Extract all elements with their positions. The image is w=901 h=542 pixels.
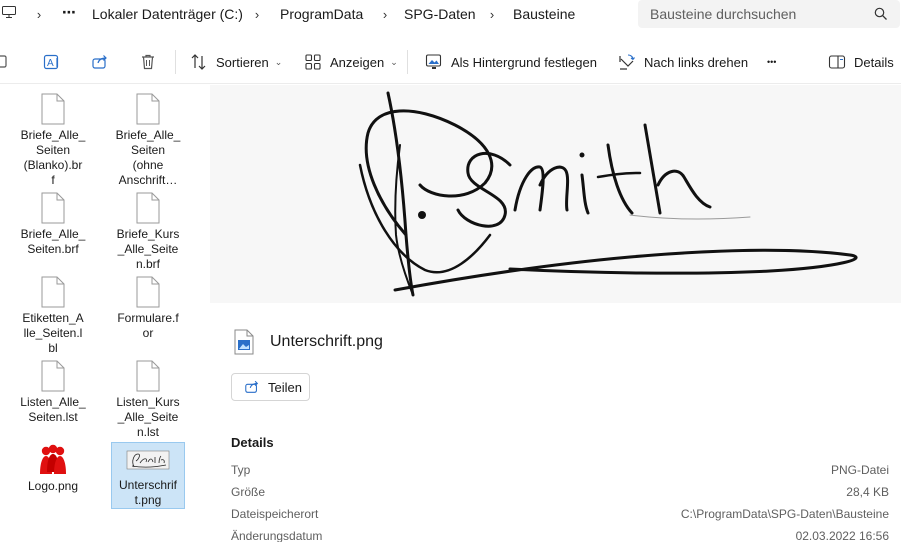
share-button-label: Teilen xyxy=(268,379,302,395)
details-pane-icon xyxy=(828,55,846,69)
set-as-background-button[interactable]: Als Hintergrund festlegen xyxy=(425,40,597,84)
file-name: Unterschrif t.png xyxy=(118,478,177,507)
search-input[interactable]: Bausteine durchsuchen xyxy=(650,6,796,22)
detail-row-location: Dateispeicherort C:\ProgramData\SPG-Date… xyxy=(231,507,889,529)
logo-image-icon xyxy=(40,444,66,474)
detail-value: C:\ProgramData\SPG-Daten\Bausteine xyxy=(680,507,889,521)
document-icon xyxy=(41,360,65,392)
more-options-button[interactable]: ••• xyxy=(767,40,776,84)
file-name: Formulare.f or xyxy=(117,311,179,340)
rotate-left-label: Nach links drehen xyxy=(644,54,749,70)
toolbar-divider xyxy=(175,50,176,74)
file-item[interactable]: Listen_Kurs _Alle_Seite n.lst xyxy=(111,360,185,440)
toolbar-divider xyxy=(407,50,408,74)
breadcrumb-overflow-button[interactable]: ⋯ xyxy=(62,4,77,21)
chevron-right-icon[interactable]: › xyxy=(380,8,390,22)
selected-file-name: Unterschrift.png xyxy=(270,333,383,350)
details-pane-label: Details xyxy=(854,54,894,70)
chevron-down-icon: ⌄ xyxy=(390,56,398,67)
chevron-right-icon[interactable]: › xyxy=(487,8,497,22)
rotate-left-button[interactable]: Nach links drehen xyxy=(618,40,748,84)
rotate-left-icon xyxy=(619,54,635,70)
copy-button[interactable] xyxy=(0,40,12,84)
search-box[interactable]: Bausteine durchsuchen xyxy=(638,0,900,28)
detail-row-size: Größe 28,4 KB xyxy=(231,485,889,507)
file-name: Listen_Kurs _Alle_Seite n.lst xyxy=(116,395,180,439)
file-item[interactable]: Briefe_Alle_ Seiten (Blanko).br f xyxy=(16,93,90,188)
detail-key: Dateispeicherort xyxy=(231,507,319,521)
preview-pane: Unterschrift.png Teilen Details Typ PNG-… xyxy=(210,85,901,542)
breadcrumb-item-bausteine[interactable]: Bausteine xyxy=(513,6,575,22)
sort-icon xyxy=(191,54,206,70)
detail-row-modified: Änderungsdatum 02.03.2022 16:56 xyxy=(231,529,889,542)
set-as-background-label: Als Hintergrund festlegen xyxy=(451,54,597,70)
detail-key: Typ xyxy=(231,463,251,477)
sort-button[interactable]: Sortieren ⌄ xyxy=(190,40,282,84)
trash-icon xyxy=(142,54,154,70)
breadcrumb-item-spg-daten[interactable]: SPG-Daten xyxy=(404,6,476,22)
view-button[interactable]: Anzeigen ⌄ xyxy=(304,40,398,84)
svg-text:A: A xyxy=(47,58,54,69)
file-name: Listen_Alle_ Seiten.lst xyxy=(20,395,86,424)
document-icon xyxy=(136,192,160,224)
file-item[interactable]: Briefe_Alle_ Seiten.brf xyxy=(16,192,90,257)
chevron-down-icon: ⌄ xyxy=(274,56,283,67)
detail-key: Größe xyxy=(231,485,266,499)
view-grid-icon xyxy=(305,54,321,70)
document-icon xyxy=(136,93,160,125)
share-icon xyxy=(245,380,259,393)
file-name: Briefe_Alle_ Seiten (Blanko).br f xyxy=(20,128,86,187)
detail-value: 28,4 KB xyxy=(846,485,889,499)
signature-thumbnail-icon xyxy=(126,450,170,470)
sort-label: Sortieren xyxy=(216,54,269,70)
file-item-selected[interactable]: Unterschrif t.png xyxy=(111,442,185,509)
file-item[interactable]: Logo.png xyxy=(16,444,90,494)
file-name: Briefe_Kurs _Alle_Seite n.brf xyxy=(116,227,180,271)
file-item[interactable]: Etiketten_A lle_Seiten.l bl xyxy=(16,276,90,356)
delete-button[interactable] xyxy=(139,40,157,84)
file-name: Briefe_Alle_ Seiten (ohne Anschrift… xyxy=(115,128,181,187)
chevron-right-icon[interactable]: › xyxy=(34,8,44,22)
command-bar: A Sortieren ⌄ Anzeigen ⌄ Als Hintergrund… xyxy=(0,40,901,84)
detail-key: Änderungsdatum xyxy=(231,529,323,542)
detail-row-type: Typ PNG-Datei xyxy=(231,463,889,485)
file-item[interactable]: Briefe_Alle_ Seiten (ohne Anschrift… xyxy=(111,93,185,188)
file-item[interactable]: Formulare.f or xyxy=(111,276,185,341)
file-list: Briefe_Alle_ Seiten (Blanko).br f Briefe… xyxy=(0,85,208,542)
image-preview xyxy=(210,85,901,303)
breadcrumb-item-drive[interactable]: Lokaler Datenträger (C:) xyxy=(92,6,243,22)
search-icon[interactable] xyxy=(874,7,888,21)
document-icon xyxy=(41,276,65,308)
signature-preview-image xyxy=(358,91,858,297)
share-icon xyxy=(92,55,107,69)
address-bar: › ⋯ Lokaler Datenträger (C:) › ProgramDa… xyxy=(0,0,901,30)
rename-button[interactable]: A xyxy=(43,40,61,84)
document-icon xyxy=(41,93,65,125)
file-name: Briefe_Alle_ Seiten.brf xyxy=(20,227,86,256)
file-name: Etiketten_A lle_Seiten.l bl xyxy=(22,311,84,355)
png-file-icon xyxy=(234,329,254,355)
file-name: Logo.png xyxy=(27,479,79,493)
view-label: Anzeigen xyxy=(330,54,385,70)
selected-file-header: Unterschrift.png xyxy=(234,329,383,355)
details-heading: Details xyxy=(231,435,274,450)
file-item[interactable]: Listen_Alle_ Seiten.lst xyxy=(16,360,90,425)
breadcrumb-item-programdata[interactable]: ProgramData xyxy=(280,6,363,22)
more-options-label: ••• xyxy=(767,57,777,67)
rename-icon: A xyxy=(43,54,59,70)
desktop-background-icon xyxy=(425,54,442,69)
document-icon xyxy=(136,360,160,392)
copy-icon xyxy=(0,55,7,68)
chevron-right-icon[interactable]: › xyxy=(252,8,262,22)
document-icon xyxy=(136,276,160,308)
details-pane-button[interactable]: Details xyxy=(828,40,894,84)
share-toolbar-button[interactable] xyxy=(91,40,109,84)
detail-value: 02.03.2022 16:56 xyxy=(795,529,889,542)
share-button[interactable]: Teilen xyxy=(231,373,310,401)
detail-value: PNG-Datei xyxy=(830,463,889,477)
file-item[interactable]: Briefe_Kurs _Alle_Seite n.brf xyxy=(111,192,185,272)
this-pc-icon[interactable] xyxy=(2,6,16,18)
document-icon xyxy=(41,192,65,224)
